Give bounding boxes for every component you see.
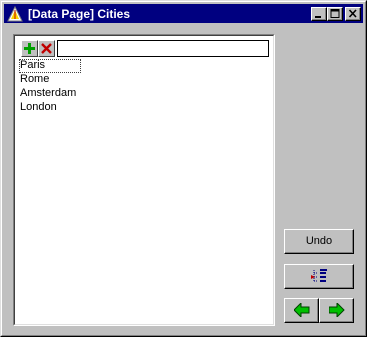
previous-button[interactable] <box>284 298 319 323</box>
title-bar[interactable]: [Data Page] Cities <box>4 4 363 23</box>
undo-button[interactable]: Undo <box>284 229 354 254</box>
list-item[interactable]: Rome <box>19 73 269 87</box>
maximize-icon <box>330 9 340 18</box>
close-icon <box>348 9 357 18</box>
delete-x-icon <box>41 43 52 54</box>
remove-city-button[interactable] <box>38 40 55 57</box>
city-list[interactable]: Paris Rome Amsterdam London <box>19 59 269 115</box>
list-item[interactable]: Amsterdam <box>19 87 269 101</box>
city-name-input[interactable] <box>57 40 269 57</box>
list-item[interactable]: Paris <box>19 59 81 73</box>
window-title: [Data Page] Cities <box>28 7 131 21</box>
tree-view-icon <box>311 269 327 282</box>
next-button[interactable] <box>319 298 354 323</box>
maximize-button[interactable] <box>327 7 343 21</box>
arrow-left-icon <box>294 303 310 317</box>
tree-view-button[interactable] <box>284 264 354 289</box>
arrow-right-icon <box>329 303 345 317</box>
close-button[interactable] <box>345 7 361 21</box>
dialog-window: [Data Page] Cities Paris Rome Amsterdam … <box>0 0 367 337</box>
app-triangle-icon <box>7 5 23 22</box>
list-item[interactable]: London <box>19 101 269 115</box>
cities-list-panel: Paris Rome Amsterdam London <box>13 34 275 326</box>
minimize-icon <box>315 16 321 18</box>
add-plus-icon <box>24 43 35 54</box>
add-city-button[interactable] <box>21 40 38 57</box>
minimize-button[interactable] <box>311 7 327 21</box>
